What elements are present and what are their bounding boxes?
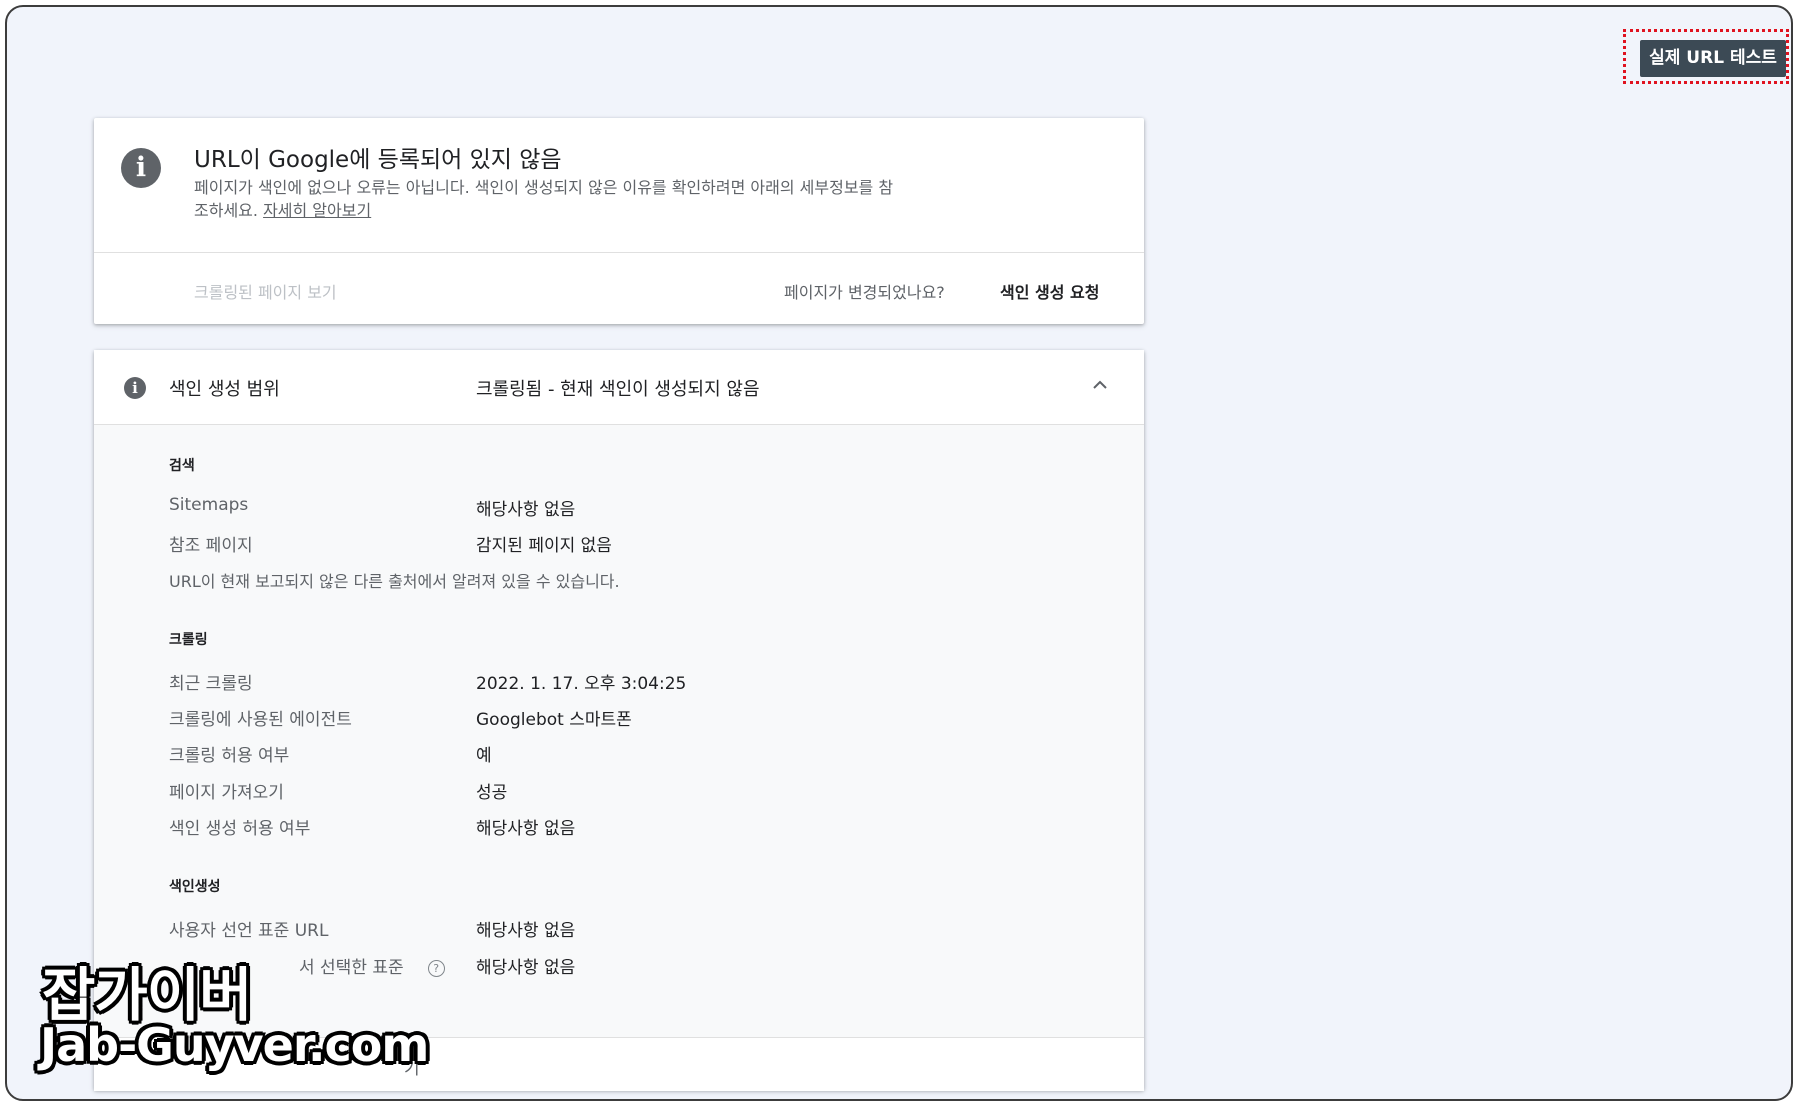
coverage-value: 크롤링됨 - 현재 색인이 생성되지 않음 bbox=[476, 379, 760, 400]
section-title-indexing: 색인생성 bbox=[169, 879, 221, 895]
highlight-box: 실제 URL 테스트 bbox=[1623, 29, 1789, 84]
coverage-header[interactable]: i 색인 생성 범위 크롤링됨 - 현재 색인이 생성되지 않음 bbox=[94, 350, 1144, 425]
detail-label: 사용자 선언 표준 URL bbox=[169, 921, 329, 941]
watermark-url: Jab-Guyver.com bbox=[40, 1018, 429, 1072]
detail-value: 감지된 페이지 없음 bbox=[476, 536, 612, 556]
info-icon: i bbox=[121, 148, 161, 188]
detail-value: 예 bbox=[476, 746, 492, 766]
detail-label: 크롤링 허용 여부 bbox=[169, 746, 290, 766]
chevron-up-icon[interactable] bbox=[1088, 373, 1112, 397]
detail-value: 해당사항 없음 bbox=[476, 500, 576, 520]
coverage-card: i 색인 생성 범위 크롤링됨 - 현재 색인이 생성되지 않음 검색 Site… bbox=[94, 350, 1144, 1091]
view-crawled-page-link[interactable]: 크롤링된 페이지 보기 bbox=[194, 279, 337, 303]
detail-label: 최근 크롤링 bbox=[169, 674, 253, 694]
info-icon: i bbox=[124, 377, 146, 399]
request-indexing-button[interactable]: 색인 생성 요청 bbox=[1000, 279, 1099, 303]
detail-label: 참조 페이지 bbox=[169, 536, 253, 556]
detail-label-text: 서 선택한 표준 bbox=[299, 958, 404, 978]
detail-value: 성공 bbox=[476, 783, 508, 803]
detail-value: 2022. 1. 17. 오후 3:04:25 bbox=[476, 674, 687, 694]
live-url-test-button[interactable]: 실제 URL 테스트 bbox=[1640, 40, 1786, 77]
discovery-note: URL이 현재 보고되지 않은 다른 출처에서 알려져 있을 수 있습니다. bbox=[169, 572, 620, 591]
divider bbox=[94, 252, 1144, 253]
detail-label: 색인 생성 허용 여부 bbox=[169, 819, 311, 839]
section-title-discovery: 검색 bbox=[169, 458, 195, 474]
url-status-card: i URL이 Google에 등록되어 있지 않음 페이지가 색인에 없으나 오… bbox=[94, 118, 1144, 324]
help-icon[interactable]: ? bbox=[427, 959, 445, 977]
detail-label: 크롤링에 사용된 에이전트 bbox=[169, 710, 352, 730]
coverage-label: 색인 생성 범위 bbox=[169, 379, 280, 400]
detail-label: 페이지 가져오기 bbox=[169, 783, 284, 803]
status-title: URL이 Google에 등록되어 있지 않음 bbox=[194, 147, 562, 173]
detail-value: 해당사항 없음 bbox=[476, 958, 576, 978]
detail-value: Googlebot 스마트폰 bbox=[476, 710, 632, 730]
app-window: 실제 URL 테스트 i URL이 Google에 등록되어 있지 않음 페이지… bbox=[5, 5, 1793, 1101]
coverage-details: 검색 Sitemaps 해당사항 없음 참조 페이지 감지된 페이지 없음 UR… bbox=[94, 425, 1144, 1037]
page-changed-text: 페이지가 변경되었나요? bbox=[784, 283, 945, 302]
detail-value: 해당사항 없음 bbox=[476, 921, 576, 941]
detail-value: 해당사항 없음 bbox=[476, 819, 576, 839]
detail-label: 서 선택한 표준? bbox=[299, 953, 445, 978]
detail-label: Sitemaps bbox=[169, 495, 249, 515]
section-title-crawl: 크롤링 bbox=[169, 632, 208, 648]
learn-more-link[interactable]: 자세히 알아보기 bbox=[263, 201, 371, 220]
status-description: 페이지가 색인에 없으나 오류는 아닙니다. 색인이 생성되지 않은 이유를 확… bbox=[194, 176, 894, 222]
